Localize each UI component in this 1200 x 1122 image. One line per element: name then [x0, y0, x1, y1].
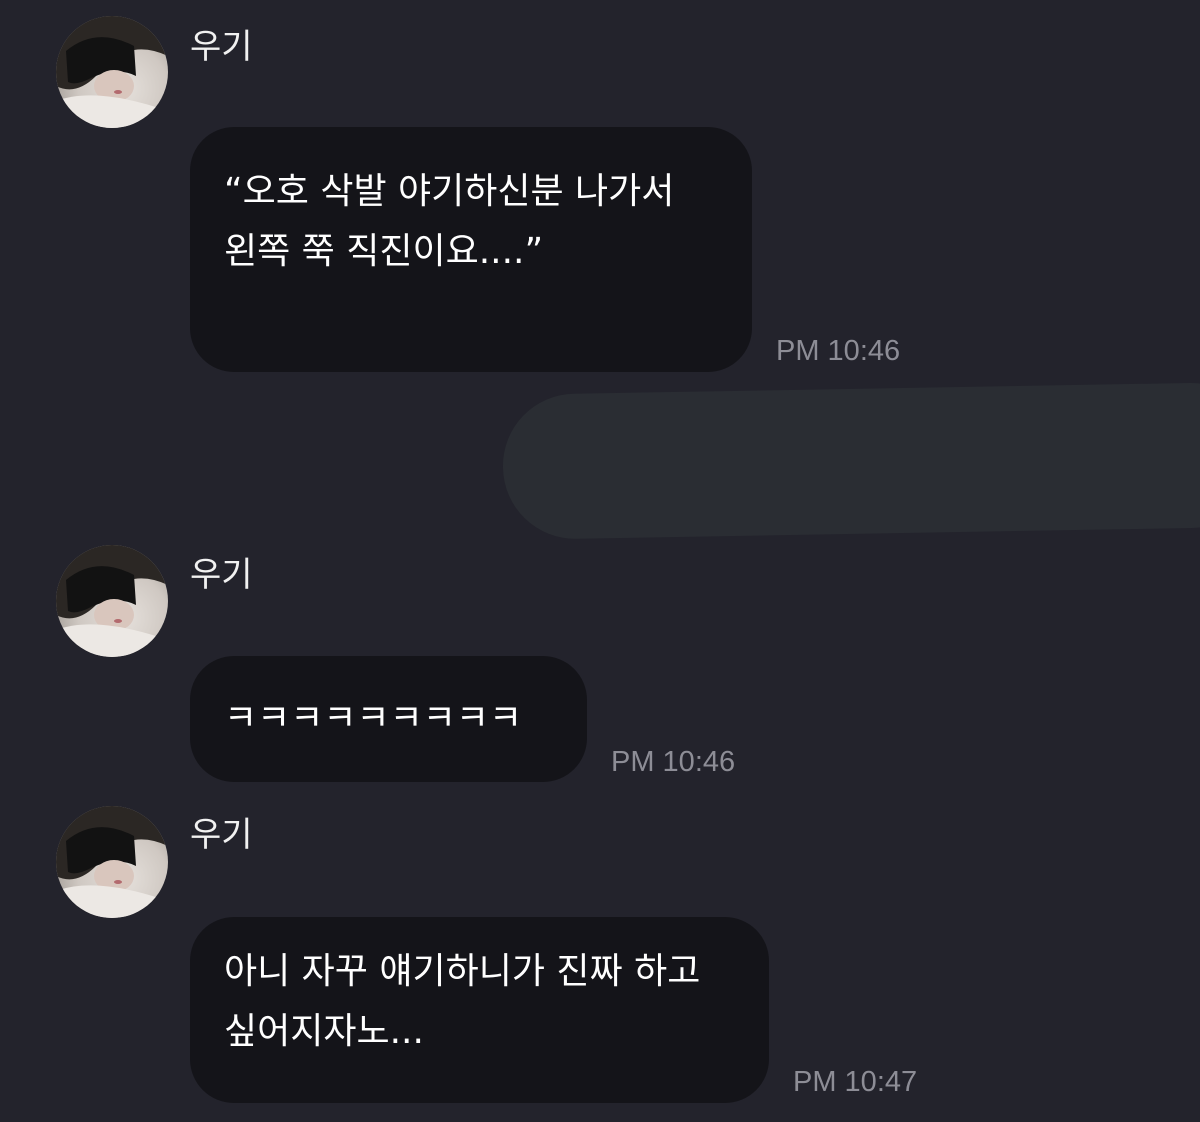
sender-name: 우기: [190, 27, 253, 67]
sender-avatar[interactable]: [56, 806, 168, 918]
message-bubble[interactable]: ㅋㅋㅋㅋㅋㅋㅋㅋㅋ: [190, 656, 587, 782]
message-text-line: “오호 삭발 야기하신분 나가서: [224, 171, 675, 212]
message-timestamp: PM 10:46: [776, 335, 901, 367]
sender-name: 우기: [190, 815, 253, 855]
avatar-photo-icon: [56, 806, 168, 918]
sender-avatar[interactable]: [56, 16, 168, 128]
redacted-message-bubble: [501, 381, 1200, 540]
message-bubble[interactable]: “오호 삭발 야기하신분 나가서 왼쪽 쭉 직진이요....”: [190, 127, 752, 372]
message-bubble[interactable]: 아니 자꾸 얘기하니가 진짜 하고 싶어지자노...: [190, 917, 769, 1103]
message-timestamp: PM 10:46: [611, 746, 736, 778]
message-text-line: 싶어지자노...: [224, 1011, 424, 1052]
sender-avatar[interactable]: [56, 545, 168, 657]
message-text-line: 왼쪽 쭉 직진이요....”: [224, 231, 544, 272]
avatar-photo-icon: [56, 16, 168, 128]
message-timestamp: PM 10:47: [793, 1066, 918, 1098]
message-text-line: 아니 자꾸 얘기하니가 진짜 하고: [224, 951, 701, 992]
chat-screen: { "messages": [ { "sender": "우기", "lines…: [0, 0, 1200, 1122]
message-text-line: ㅋㅋㅋㅋㅋㅋㅋㅋㅋ: [224, 698, 523, 739]
avatar-photo-icon: [56, 545, 168, 657]
sender-name: 우기: [190, 555, 253, 595]
